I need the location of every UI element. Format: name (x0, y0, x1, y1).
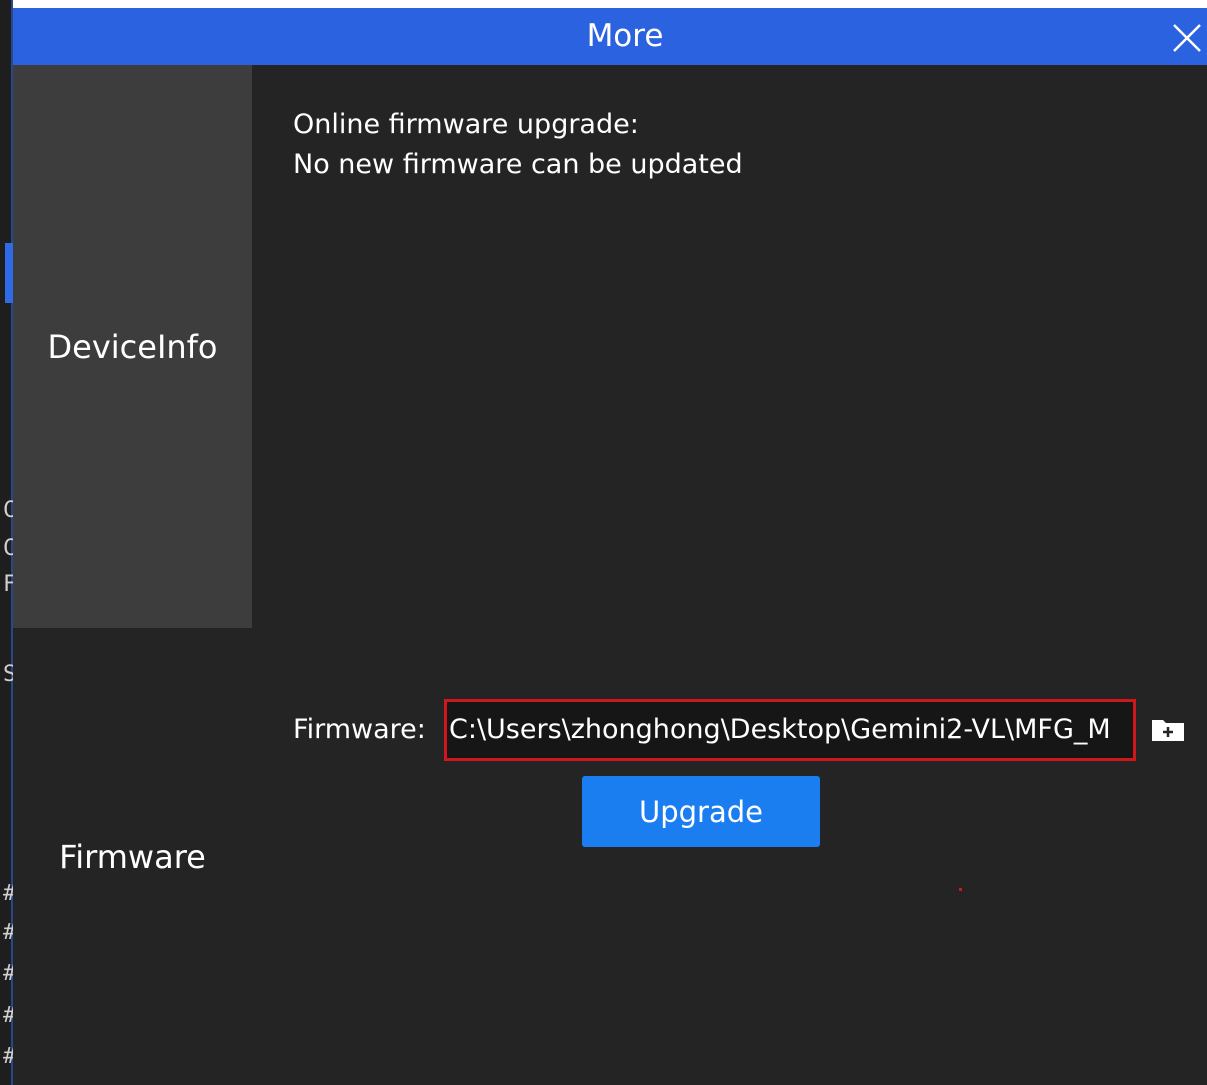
background-text-fragment: S (3, 662, 13, 687)
firmware-path-field[interactable]: C:\Users\zhonghong\Desktop\Gemini2-VL\MF… (444, 699, 1136, 761)
sidebar-item-label: Firmware (59, 837, 206, 876)
browse-folder-button[interactable] (1150, 714, 1186, 744)
background-text-fragment: # (3, 922, 13, 944)
stray-marker (959, 888, 962, 891)
upgrade-button[interactable]: Upgrade (582, 776, 820, 847)
online-upgrade-status: No new firmware can be updated (293, 149, 743, 180)
background-text-fragment: # (3, 883, 13, 905)
dialog-title-bar[interactable]: More (13, 8, 1207, 65)
background-text-fragment: # (3, 963, 13, 985)
firmware-label: Firmware: (293, 714, 426, 745)
firmware-panel: Online firmware upgrade: No new firmware… (252, 65, 1207, 1085)
background-text-fragment: F (3, 572, 13, 597)
more-dialog: More DeviceInfo Firmware Online firmware… (13, 8, 1207, 1085)
online-upgrade-title: Online firmware upgrade: (293, 109, 639, 140)
sidebar: DeviceInfo Firmware (13, 65, 252, 1085)
background-text-fragment: C (3, 536, 13, 561)
background-text-fragment: # (3, 1005, 13, 1027)
background-text-fragment: C (3, 498, 13, 523)
sidebar-item-firmware[interactable]: Firmware (13, 628, 252, 1085)
close-button[interactable] (1169, 20, 1203, 54)
folder-add-icon (1152, 720, 1184, 741)
sidebar-item-deviceinfo[interactable]: DeviceInfo (13, 65, 252, 628)
background-text-fragment: # (3, 1046, 13, 1068)
screen: C C F S # # # # # More DeviceInfo Firmwa… (0, 0, 1207, 1085)
sidebar-item-label: DeviceInfo (47, 327, 218, 366)
dialog-title: More (586, 18, 664, 54)
close-icon (1173, 24, 1201, 52)
background-window: C C F S # # # # # (0, 0, 13, 1085)
